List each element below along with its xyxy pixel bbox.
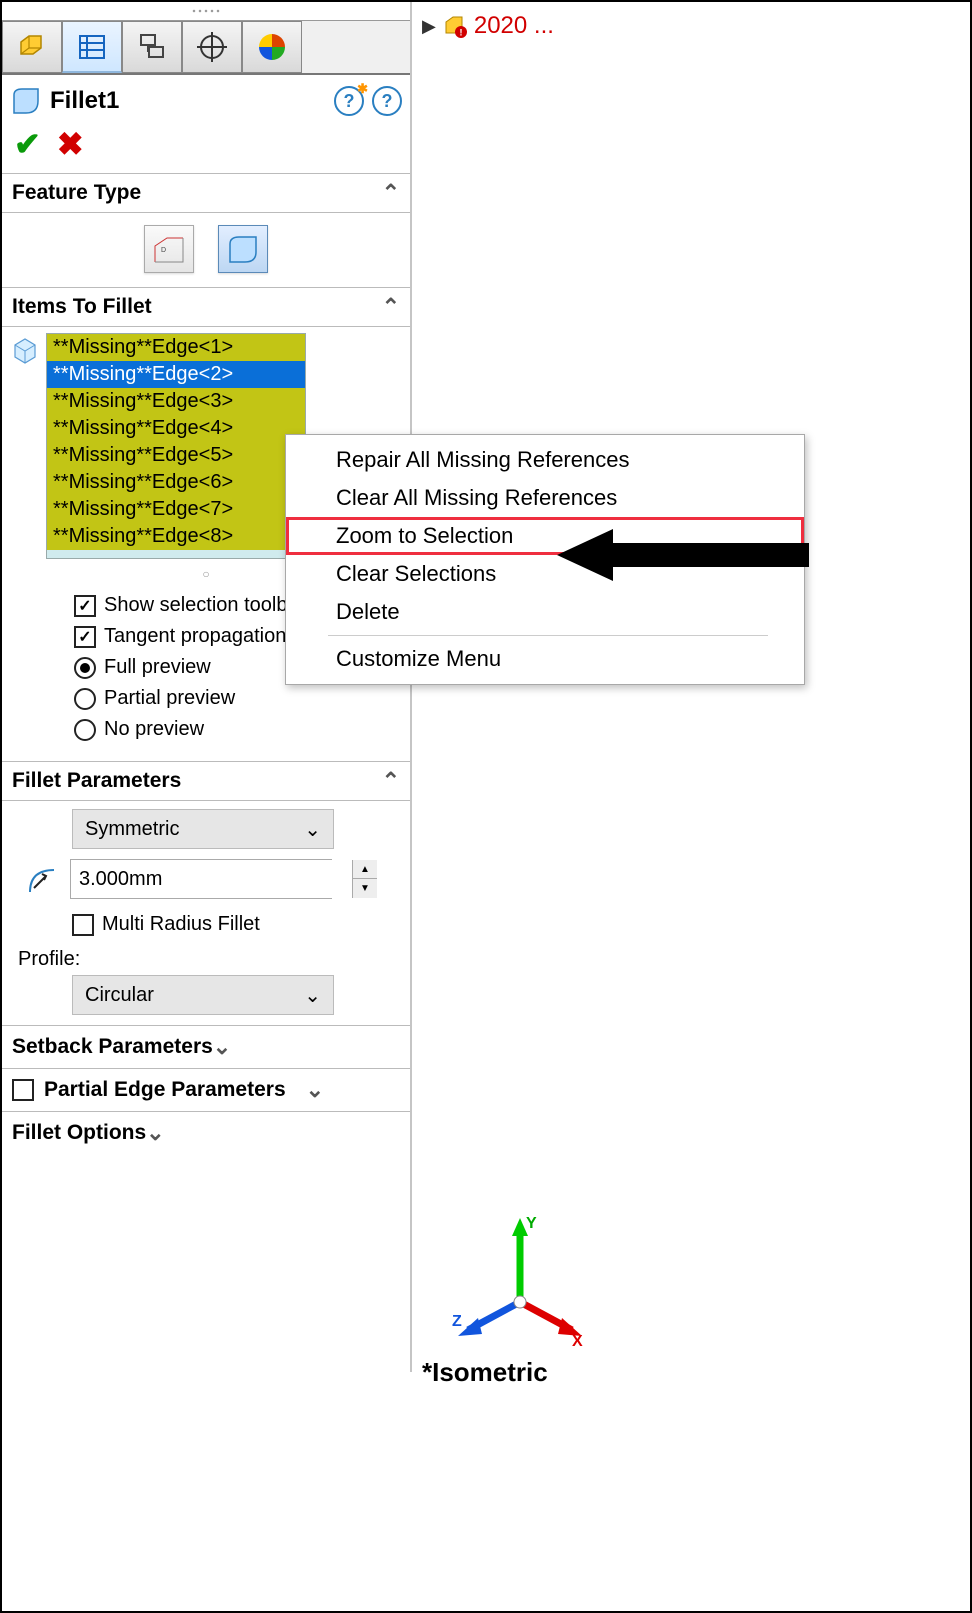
property-manager-panel: Fillet1 ? ? ✔ ✖ Feature Type ⌃ D Items T… <box>2 2 412 1372</box>
radio-icon <box>74 657 96 679</box>
symmetric-dropdown[interactable]: Symmetric ⌄ <box>72 809 334 849</box>
section-feature-type[interactable]: Feature Type ⌃ <box>2 173 410 213</box>
feature-title: Fillet1 <box>50 87 326 115</box>
chevron-down-icon[interactable]: ⌄ <box>146 1120 164 1146</box>
tab-dimxpert[interactable] <box>182 21 242 73</box>
tab-property-manager[interactable] <box>62 21 122 73</box>
list-item[interactable]: **Missing**Edge<5> <box>47 442 305 469</box>
menu-repair-all[interactable]: Repair All Missing References <box>286 441 804 479</box>
confirm-row: ✔ ✖ <box>2 121 410 173</box>
list-item[interactable]: **Missing**Edge<7> <box>47 496 305 523</box>
section-label: Feature Type <box>12 181 141 205</box>
chevron-down-icon: ⌄ <box>304 817 321 842</box>
config-manager-icon <box>135 30 169 64</box>
manager-tabs <box>2 20 410 75</box>
annotation-arrow-icon <box>557 525 817 585</box>
fillet-feature-icon <box>10 85 42 117</box>
chevron-down-icon: ⌄ <box>304 983 321 1008</box>
list-item[interactable]: **Missing**Edge<2> <box>47 361 305 388</box>
list-item[interactable]: **Missing**Edge<6> <box>47 469 305 496</box>
help-button[interactable]: ? <box>372 86 402 116</box>
section-partial-edge-parameters[interactable]: Partial Edge Parameters ⌄ <box>2 1068 410 1111</box>
menu-clear-all[interactable]: Clear All Missing References <box>286 479 804 517</box>
section-label: Fillet Parameters <box>12 769 181 793</box>
selection-filter-icon[interactable] <box>10 335 40 365</box>
checkbox-icon[interactable] <box>12 1079 34 1101</box>
face-fillet-icon <box>225 232 261 266</box>
multi-radius-checkbox[interactable]: Multi Radius Fillet <box>10 909 402 940</box>
section-label: Partial Edge Parameters <box>44 1078 286 1102</box>
fillet-type-constant[interactable]: D <box>144 225 194 273</box>
radio-icon <box>74 688 96 710</box>
graphics-tree-node[interactable]: ▶ ! 2020 ... <box>422 12 554 40</box>
panel-drag-handle[interactable] <box>2 2 410 20</box>
checkbox-icon <box>74 595 96 617</box>
ok-button[interactable]: ✔ <box>14 125 41 163</box>
list-item[interactable]: **Missing**Edge<8> <box>47 523 305 550</box>
spin-up-button[interactable]: ▲ <box>353 860 377 879</box>
section-fillet-parameters[interactable]: Fillet Parameters ⌃ <box>2 761 410 801</box>
menu-delete[interactable]: Delete <box>286 593 804 631</box>
svg-text:Z: Z <box>452 1313 462 1330</box>
fillet-type-face[interactable] <box>218 225 268 273</box>
view-triad[interactable]: Y X Z <box>450 1212 590 1352</box>
feature-manager-icon <box>15 30 49 64</box>
chevron-up-icon[interactable]: ⌃ <box>382 180 400 206</box>
whats-new-button[interactable]: ? <box>334 86 364 116</box>
svg-text:Y: Y <box>526 1215 537 1232</box>
chevron-down-icon[interactable]: ⌄ <box>306 1077 324 1103</box>
tree-node-label: 2020 ... <box>474 12 554 40</box>
profile-label: Profile: <box>10 940 402 975</box>
svg-text:!: ! <box>459 28 462 38</box>
property-manager-icon <box>75 30 109 64</box>
no-preview-radio[interactable]: No preview <box>74 714 410 745</box>
list-item[interactable]: **Missing**Edge<3> <box>47 388 305 415</box>
svg-text:X: X <box>572 1333 583 1350</box>
profile-dropdown[interactable]: Circular ⌄ <box>72 975 334 1015</box>
section-label: Setback Parameters <box>12 1035 213 1059</box>
list-item[interactable]: **Missing**Edge<1> <box>47 334 305 361</box>
radius-field[interactable] <box>71 860 352 898</box>
section-label: Items To Fillet <box>12 295 152 319</box>
section-label: Fillet Options <box>12 1121 146 1145</box>
checkbox-icon <box>74 626 96 648</box>
part-error-icon: ! <box>442 13 468 39</box>
menu-customize[interactable]: Customize Menu <box>286 640 804 678</box>
edge-selection-list[interactable]: **Missing**Edge<1> **Missing**Edge<2> **… <box>46 333 306 559</box>
list-item[interactable]: **Missing**Edge<4> <box>47 415 305 442</box>
section-setback-parameters[interactable]: Setback Parameters ⌄ <box>2 1025 410 1068</box>
tab-display-manager[interactable] <box>242 21 302 73</box>
svg-text:D: D <box>161 247 166 254</box>
checkbox-icon <box>72 914 94 936</box>
chevron-up-icon[interactable]: ⌃ <box>382 294 400 320</box>
dimxpert-icon <box>195 30 229 64</box>
feature-header: Fillet1 ? ? <box>2 75 410 121</box>
cancel-button[interactable]: ✖ <box>57 125 84 163</box>
partial-preview-radio[interactable]: Partial preview <box>74 683 410 714</box>
radius-icon <box>26 862 60 896</box>
spin-down-button[interactable]: ▼ <box>353 879 377 898</box>
radius-input[interactable]: ▲ ▼ <box>70 859 332 899</box>
tab-feature-manager[interactable] <box>2 21 62 73</box>
chevron-up-icon[interactable]: ⌃ <box>382 768 400 794</box>
constant-fillet-icon: D <box>151 232 187 266</box>
chevron-down-icon[interactable]: ⌄ <box>213 1034 231 1060</box>
display-manager-icon <box>255 30 289 64</box>
view-orientation-label: *Isometric <box>422 1357 548 1388</box>
section-items-to-fillet[interactable]: Items To Fillet ⌃ <box>2 287 410 327</box>
radio-icon <box>74 719 96 741</box>
tab-configuration-manager[interactable] <box>122 21 182 73</box>
section-fillet-options[interactable]: Fillet Options ⌄ <box>2 1111 410 1154</box>
